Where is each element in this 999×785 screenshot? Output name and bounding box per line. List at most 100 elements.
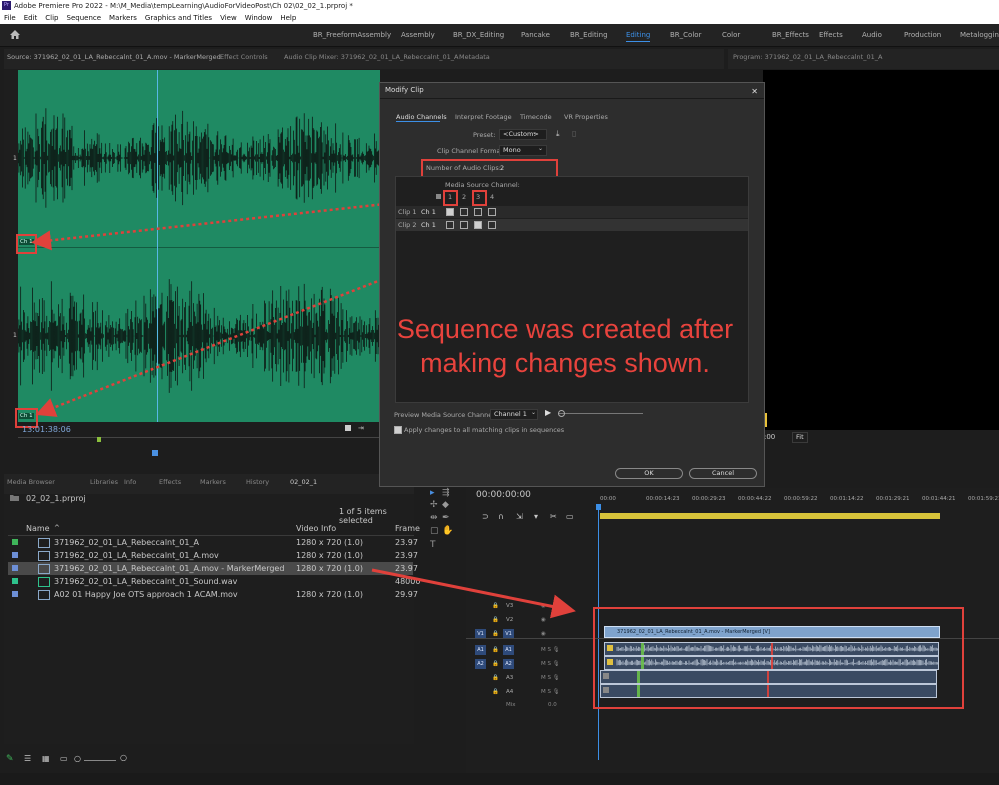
- home-icon[interactable]: [9, 29, 21, 40]
- project-item[interactable]: 371962_02_01_LA_Rebeccalnt_01_A 1280 x 72…: [8, 536, 418, 549]
- track-name[interactable]: A3: [506, 675, 513, 681]
- menu-item[interactable]: Window: [245, 14, 273, 22]
- play-icon[interactable]: ▶: [545, 408, 551, 417]
- track-target-button[interactable]: A1: [503, 645, 514, 655]
- source-timecode[interactable]: 13:01:38:06: [22, 425, 71, 434]
- project-item[interactable]: 371962_02_01_LA_Rebeccalnt_01_Sound.wav 4…: [8, 575, 420, 588]
- channel-checkbox[interactable]: [460, 208, 468, 216]
- source-playhead-icon[interactable]: [152, 450, 158, 456]
- delete-preset-icon[interactable]: ▯: [572, 129, 576, 138]
- track-select-tool-icon[interactable]: ⇶: [442, 488, 450, 498]
- preview-scrub-bar[interactable]: [558, 413, 643, 414]
- snap-icon[interactable]: ⊃: [482, 512, 489, 521]
- sort-ascending-icon[interactable]: ^: [54, 524, 60, 532]
- program-monitor[interactable]: [763, 70, 999, 430]
- project-panel-tab[interactable]: 02_02_1: [290, 477, 317, 488]
- eye-icon[interactable]: ◉: [541, 603, 546, 609]
- frame-rate-column-header[interactable]: Frame: [395, 524, 420, 533]
- lock-icon[interactable]: 🔒: [492, 661, 499, 667]
- program-zoom-select[interactable]: Fit: [792, 432, 808, 443]
- list-view-icon[interactable]: ☰: [24, 754, 31, 763]
- menu-item[interactable]: File: [4, 14, 16, 22]
- program-timecode[interactable]: :00: [764, 433, 775, 441]
- insert-button[interactable]: [345, 425, 351, 431]
- ripple-tool-icon[interactable]: ✢: [430, 500, 438, 510]
- zoom-out-icon[interactable]: ○: [74, 754, 81, 763]
- workspace-tab[interactable]: Editing: [626, 31, 651, 42]
- timeline-ruler[interactable]: 00:00 00:00:14:23 00:00:29:23 00:00:44:22 00…: [598, 496, 999, 508]
- workspace-tab[interactable]: Production: [904, 31, 941, 39]
- track-name[interactable]: V2: [506, 617, 513, 623]
- razor-tool-icon[interactable]: ◆: [442, 500, 449, 510]
- channel-checkbox[interactable]: [446, 208, 454, 216]
- dialog-tab[interactable]: Timecode: [520, 113, 552, 121]
- dialog-tab[interactable]: Interpret Footage: [455, 113, 512, 121]
- program-tab[interactable]: Program: 371962_02_01_LA_Rebeccalnt_01_A: [733, 52, 882, 63]
- mute-solo-icon[interactable]: M S 🎙: [541, 689, 560, 695]
- overwrite-icon[interactable]: ⇥: [358, 424, 364, 432]
- add-marker-icon[interactable]: ▾: [534, 512, 538, 521]
- captions-icon[interactable]: ▭: [566, 512, 574, 521]
- workspace-tab[interactable]: Color: [722, 31, 740, 39]
- label-color-swatch[interactable]: [12, 539, 18, 545]
- project-item[interactable]: 371962_02_01_LA_Rebeccalnt_01_A.mov 1280 …: [8, 549, 418, 562]
- type-tool-icon[interactable]: T: [430, 540, 436, 550]
- label-color-swatch[interactable]: [12, 565, 18, 571]
- nest-icon[interactable]: ⇲: [516, 512, 523, 521]
- marker-icon[interactable]: [97, 437, 101, 442]
- cancel-button[interactable]: Cancel: [689, 468, 757, 479]
- mix-track-value[interactable]: 0.0: [548, 702, 557, 708]
- close-icon[interactable]: ✕: [751, 84, 758, 99]
- source-panel-tab[interactable]: Effect Controls: [220, 52, 268, 63]
- source-panel-tab[interactable]: Audio Clip Mixer: 371962_02_01_LA_Rebecc…: [284, 52, 459, 63]
- wrench-icon[interactable]: ✂: [550, 512, 557, 521]
- channel-checkbox[interactable]: [488, 208, 496, 216]
- ok-button[interactable]: OK: [615, 468, 683, 479]
- mute-solo-icon[interactable]: M S 🎙: [541, 675, 560, 681]
- workspace-tab[interactable]: Pancake: [521, 31, 550, 39]
- freeform-view-icon[interactable]: ▭: [60, 754, 68, 763]
- icon-view-icon[interactable]: ▦: [42, 754, 50, 763]
- project-panel-tab[interactable]: Media Browser: [7, 477, 55, 488]
- num-audio-clips-field[interactable]: 2: [500, 164, 504, 172]
- mute-solo-icon[interactable]: M S 🎙: [541, 661, 560, 667]
- eye-icon[interactable]: ◉: [541, 631, 546, 637]
- channel-checkbox[interactable]: [488, 221, 496, 229]
- project-item[interactable]: 371962_02_01_LA_Rebeccalnt_01_A.mov - Ma…: [8, 562, 418, 575]
- menu-item[interactable]: Clip: [45, 14, 58, 22]
- dialog-tab[interactable]: VR Properties: [564, 113, 608, 121]
- channel-checkbox[interactable]: [446, 221, 454, 229]
- source-patch-button[interactable]: A2: [475, 659, 486, 669]
- pencil-icon[interactable]: ✎: [6, 754, 14, 764]
- zoom-in-icon[interactable]: ○: [120, 753, 127, 762]
- menu-item[interactable]: Edit: [24, 14, 38, 22]
- project-panel-tab[interactable]: Libraries: [90, 477, 118, 488]
- channel-checkbox[interactable]: [474, 221, 482, 229]
- lock-icon[interactable]: 🔒: [492, 689, 499, 695]
- source-panel-tab[interactable]: Metadata: [459, 52, 490, 63]
- preview-scrub-handle[interactable]: [558, 410, 565, 417]
- rectangle-tool-icon[interactable]: ▢: [430, 526, 439, 536]
- playhead-handle[interactable]: [596, 504, 601, 510]
- lock-icon[interactable]: 🔒: [492, 631, 499, 637]
- mute-solo-icon[interactable]: M S 🎙: [541, 647, 560, 653]
- dialog-tab[interactable]: Audio Channels: [396, 113, 447, 121]
- track-name[interactable]: A4: [506, 689, 513, 695]
- lock-icon[interactable]: 🔒: [492, 617, 499, 623]
- label-color-swatch[interactable]: [12, 591, 18, 597]
- track-name[interactable]: V3: [506, 603, 513, 609]
- source-patch-button[interactable]: A1: [475, 645, 486, 655]
- workspace-tab[interactable]: Effects: [819, 31, 843, 39]
- label-color-swatch[interactable]: [12, 578, 18, 584]
- project-item[interactable]: A02 01 Happy Joe OTS approach 1 ACAM.mov…: [8, 588, 418, 601]
- workspace-tab[interactable]: Metalogging: [960, 31, 999, 39]
- hand-tool-icon[interactable]: ✋: [442, 526, 453, 536]
- project-panel-tab[interactable]: Markers: [200, 477, 226, 488]
- channel-checkbox[interactable]: [460, 221, 468, 229]
- menu-item[interactable]: Graphics and Titles: [145, 14, 212, 22]
- workspace-tab[interactable]: BR_Effects: [772, 31, 809, 39]
- slip-tool-icon[interactable]: ⇹: [430, 513, 438, 523]
- workspace-tab[interactable]: BR_Editing: [570, 31, 608, 39]
- source-waveform-area[interactable]: [17, 70, 381, 422]
- source-panel-tab[interactable]: Source: 371962_02_01_LA_Rebeccalnt_01_A.…: [7, 52, 221, 63]
